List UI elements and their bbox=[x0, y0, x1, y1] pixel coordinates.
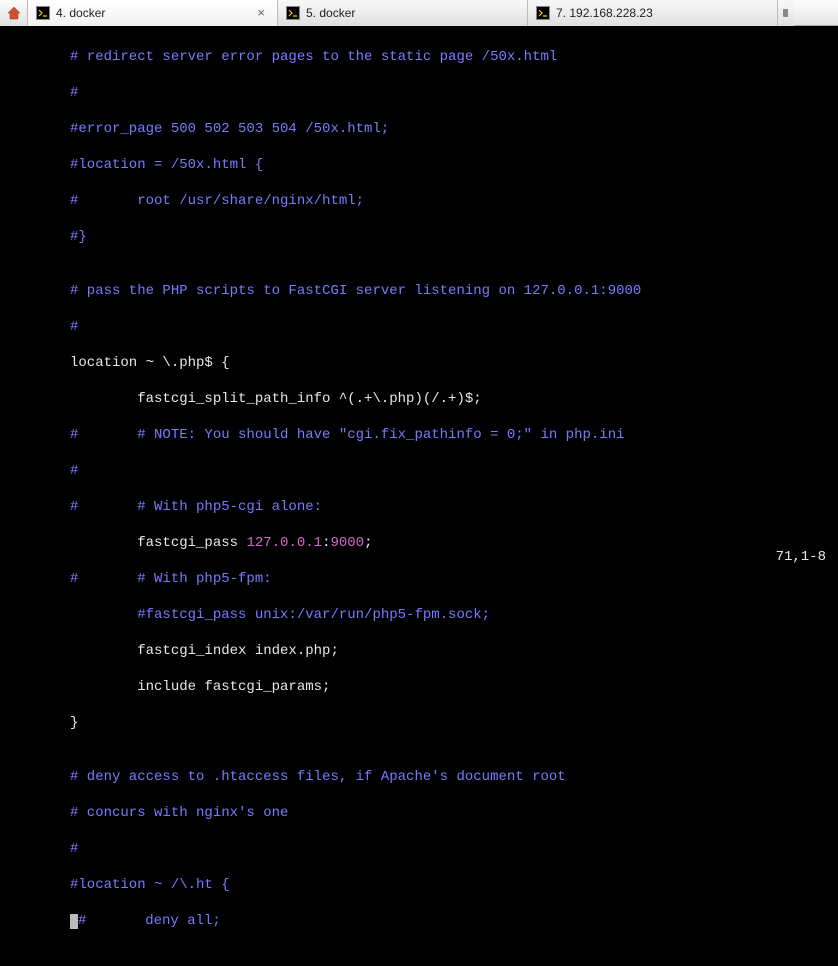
code-line: # pass the PHP scripts to FastCGI server… bbox=[0, 282, 838, 300]
scroll-right-button[interactable] bbox=[778, 0, 794, 26]
tab-5-docker[interactable]: 5. docker bbox=[278, 0, 528, 26]
terminal-editor[interactable]: # redirect server error pages to the sta… bbox=[0, 26, 838, 566]
vim-status: 71,1-8 bbox=[776, 548, 826, 566]
home-button[interactable] bbox=[0, 0, 28, 26]
code-line: # deny all; bbox=[0, 912, 838, 930]
close-icon[interactable]: × bbox=[253, 5, 269, 20]
terminal-icon bbox=[286, 6, 300, 20]
code-line: location ~ \.php$ { bbox=[0, 354, 838, 372]
tab-label: 4. docker bbox=[56, 6, 253, 20]
tab-label: 5. docker bbox=[306, 6, 519, 20]
cursor bbox=[70, 914, 78, 929]
chevron-icon bbox=[782, 7, 790, 19]
code-line: #error_page 500 502 503 504 /50x.html; bbox=[0, 120, 838, 138]
terminal-icon bbox=[36, 6, 50, 20]
code-line: include fastcgi_params; bbox=[0, 678, 838, 696]
code-line: #fastcgi_pass unix:/var/run/php5-fpm.soc… bbox=[0, 606, 838, 624]
code-line: fastcgi_index index.php; bbox=[0, 642, 838, 660]
code-line: fastcgi_split_path_info ^(.+\.php)(/.+)$… bbox=[0, 390, 838, 408]
code-line: # # With php5-cgi alone: bbox=[0, 498, 838, 516]
code-line: # bbox=[0, 318, 838, 336]
home-icon bbox=[6, 5, 22, 21]
code-line: # bbox=[0, 462, 838, 480]
code-line: # # With php5-fpm: bbox=[0, 570, 838, 588]
tab-bar: 4. docker × 5. docker 7. 192.168.228.23 bbox=[0, 0, 838, 26]
code-line: # bbox=[0, 84, 838, 102]
code-line: fastcgi_pass 127.0.0.1:9000; bbox=[0, 534, 838, 552]
code-line: # deny access to .htaccess files, if Apa… bbox=[0, 768, 838, 786]
code-line: # redirect server error pages to the sta… bbox=[0, 48, 838, 66]
terminal-icon bbox=[536, 6, 550, 20]
code-line: #location = /50x.html { bbox=[0, 156, 838, 174]
code-line: # bbox=[0, 840, 838, 858]
code-line: # concurs with nginx's one bbox=[0, 804, 838, 822]
tab-4-docker[interactable]: 4. docker × bbox=[28, 0, 278, 26]
code-line: #location ~ /\.ht { bbox=[0, 876, 838, 894]
tab-7-ip[interactable]: 7. 192.168.228.23 bbox=[528, 0, 778, 26]
code-line: # root /usr/share/nginx/html; bbox=[0, 192, 838, 210]
code-line: } bbox=[0, 714, 838, 732]
tab-label: 7. 192.168.228.23 bbox=[556, 6, 769, 20]
code-line: #} bbox=[0, 228, 838, 246]
code-line: # # NOTE: You should have "cgi.fix_pathi… bbox=[0, 426, 838, 444]
